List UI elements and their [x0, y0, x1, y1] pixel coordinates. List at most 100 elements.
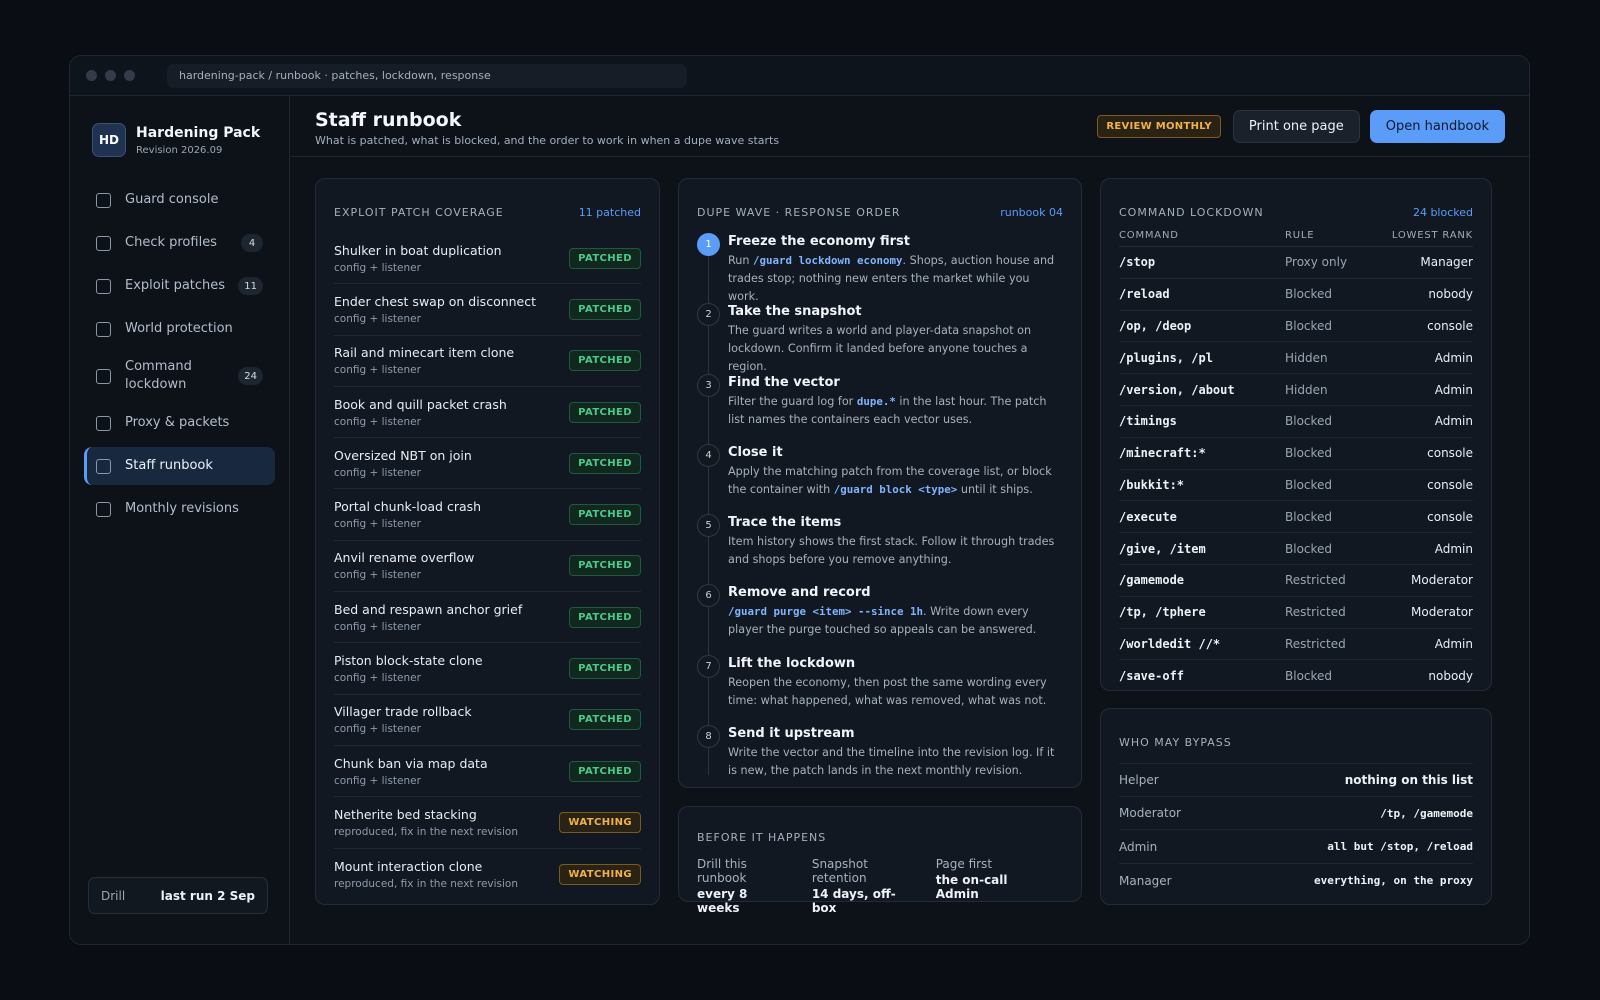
step-number: 2 — [697, 303, 720, 327]
window-close-dot[interactable] — [86, 70, 97, 81]
command-rule: Restricted — [1285, 636, 1346, 651]
status-badge: PATCHED — [569, 350, 641, 372]
patch-row[interactable]: Piston block-state clone config + listene… — [334, 643, 641, 695]
sidebar-item-exploit-patches[interactable]: Exploit patches 11 — [84, 267, 275, 305]
patch-row[interactable]: Rail and minecart item clone config + lis… — [334, 336, 641, 387]
before-value: 14 days, off-box — [811, 887, 896, 915]
patch-row[interactable]: Portal chunk-load crash config + listener… — [334, 489, 641, 541]
step-text-pre: Write the vector and the timeline into t… — [728, 746, 1055, 778]
print-one-page-button[interactable]: Print one page — [1232, 110, 1360, 143]
window-minimize-dot[interactable] — [105, 70, 116, 81]
checkbox-icon — [96, 192, 111, 208]
patch-detail: reproduced, fix in the next revision — [334, 825, 519, 838]
status-badge: PATCHED — [569, 401, 641, 423]
response-step: 1 Freeze the economy first Run /guard lock… — [697, 233, 1063, 303]
address-bar[interactable]: hardening-pack / runbook · patches, lock… — [167, 63, 687, 88]
sidebar-nav: Guard console Check profiles 4 Exploit patc… — [70, 181, 289, 528]
command-rank: console — [1427, 446, 1473, 461]
status-badge: WATCHING — [559, 863, 641, 885]
patch-name: Oversized NBT on join — [334, 447, 472, 463]
before-value: every 8 weeks — [697, 887, 748, 915]
bypass-row: Moderator/tp, /gamemode — [1119, 797, 1473, 831]
table-row[interactable]: /stop Proxy only Manager — [1119, 247, 1473, 279]
sidebar-item-guard-console[interactable]: Guard console — [84, 181, 275, 219]
window-zoom-dot[interactable] — [124, 70, 135, 81]
table-row[interactable]: /execute Blocked console — [1119, 501, 1473, 534]
patch-row[interactable]: Book and quill packet crash config + list… — [334, 387, 641, 439]
sidebar-item-proxy-packets[interactable]: Proxy & packets — [84, 404, 275, 442]
before-grid: Drill this runbook every 8 weeks Snapshot … — [679, 855, 1081, 915]
patch-name: Chunk ban via map data — [334, 755, 488, 771]
checkbox-icon — [96, 278, 111, 294]
table-row[interactable]: /bukkit:* Blocked console — [1119, 470, 1473, 502]
patch-row[interactable]: Oversized NBT on join config + listener PA… — [334, 438, 641, 490]
patch-detail: config + listener — [334, 620, 421, 633]
table-row[interactable]: /version, /about Hidden Admin — [1119, 374, 1473, 406]
sidebar-item-world-protection[interactable]: World protection — [84, 310, 275, 348]
sidebar-item-label: World protection — [125, 321, 233, 336]
sidebar-item-command-lockdown[interactable]: Command lockdown 24 — [84, 353, 275, 399]
patch-row[interactable]: Villager trade rollback config + listener… — [334, 695, 641, 746]
step-title: Lift the lockdown — [728, 655, 856, 671]
drill-label: Drill — [101, 888, 126, 903]
card-title: DUPE WAVE · RESPONSE ORDER — [697, 205, 901, 219]
open-handbook-button[interactable]: Open handbook — [1369, 110, 1505, 143]
table-row[interactable]: /plugins, /pl Hidden Admin — [1119, 342, 1473, 375]
table-row[interactable]: /give, /item Blocked Admin — [1119, 533, 1473, 565]
table-row[interactable]: /gamemode Restricted Moderator — [1119, 565, 1473, 597]
patched-count: 11 patched — [578, 205, 641, 219]
sidebar-item-monthly-revisions[interactable]: Monthly revisions — [84, 490, 275, 528]
before-item: Drill this runbook every 8 weeks — [697, 857, 778, 915]
status-badge: PATCHED — [569, 658, 641, 680]
patch-row[interactable]: Chunk ban via map data config + listener P… — [334, 746, 641, 798]
patch-row[interactable]: Netherite bed stacking reproduced, fix in… — [334, 797, 641, 849]
step-text: Write the vector and the timeline into t… — [728, 744, 1063, 780]
step-title: Send it upstream — [728, 726, 855, 742]
patch-row[interactable]: Ender chest swap on disconnect config + l… — [334, 284, 641, 336]
response-step: 6 Remove and record/guard purge <item> --… — [697, 584, 1063, 654]
command-rule: Hidden — [1285, 350, 1328, 365]
review-monthly-badge: REVIEW MONTHLY — [1097, 115, 1221, 138]
command-name: /stop — [1119, 255, 1156, 270]
command-name: /op, /deop — [1119, 318, 1192, 333]
table-header: COMMAND RULE LOWEST RANK — [1119, 224, 1473, 247]
table-row[interactable]: /worldedit //* Restricted Admin — [1119, 629, 1473, 661]
table-row[interactable]: /reload Blocked nobody — [1119, 279, 1473, 311]
status-badge: PATCHED — [569, 555, 641, 577]
command-name: /execute — [1119, 509, 1177, 524]
command-name: /bukkit:* — [1119, 477, 1185, 492]
patch-name: Mount interaction clone — [334, 858, 483, 874]
command-name: /save-off — [1119, 669, 1185, 684]
command-rule: Blocked — [1285, 287, 1333, 302]
card-title: WHO MAY BYPASS — [1119, 735, 1232, 749]
bypass-value: /tp, /gamemode — [1380, 806, 1473, 820]
table-row[interactable]: /tp, /tphere Restricted Moderator — [1119, 597, 1473, 629]
patch-detail: config + listener — [334, 723, 421, 736]
patch-detail: config + listener — [334, 569, 421, 582]
table-row[interactable]: /timings Blocked Admin — [1119, 406, 1473, 438]
command-name: /minecraft:* — [1119, 446, 1206, 461]
bypass-list: Helper nothing on this list Moderator/tp, … — [1101, 763, 1491, 898]
table-row[interactable]: /save-off Blocked nobody — [1119, 660, 1473, 692]
table-row[interactable]: /op, /deop Blocked console — [1119, 311, 1473, 343]
sidebar-item-check-profiles[interactable]: Check profiles 4 — [84, 224, 275, 262]
patch-row[interactable]: Bed and respawn anchor grief config + lis… — [334, 592, 641, 644]
patch-row[interactable]: Shulker in boat duplication config + list… — [334, 233, 641, 285]
step-title: Remove and record — [728, 585, 871, 601]
bypass-role: Moderator — [1119, 806, 1181, 821]
count-badge: 4 — [241, 234, 263, 252]
before-item: Page first the on-call Admin — [936, 857, 1029, 915]
step-number: 3 — [697, 373, 720, 397]
patch-row[interactable]: Mount interaction clone reproduced, fix i… — [334, 849, 641, 900]
sidebar-item-label: Proxy & packets — [125, 415, 230, 430]
patch-name: Rail and minecart item clone — [334, 345, 515, 361]
table-row[interactable]: /minecraft:* Blocked console — [1119, 438, 1473, 470]
card-title: EXPLOIT PATCH COVERAGE — [334, 205, 504, 219]
patch-row[interactable]: Anvil rename overflow config + listener PA… — [334, 541, 641, 593]
command-rank: Admin — [1434, 350, 1473, 365]
sidebar-item-staff-runbook[interactable]: Staff runbook — [84, 447, 275, 485]
bypass-role: Admin — [1119, 839, 1158, 854]
command-rank: console — [1427, 318, 1473, 333]
command-table: COMMAND RULE LOWEST RANK /stop Proxy only… — [1101, 224, 1491, 692]
app-window: hardening-pack / runbook · patches, lock… — [69, 55, 1530, 945]
